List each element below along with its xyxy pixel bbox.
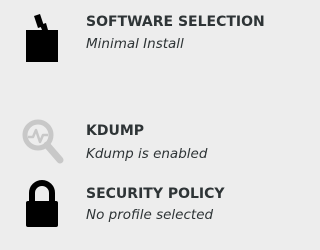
security-policy-spoke[interactable]: SECURITY POLICY No profile selected bbox=[0, 175, 300, 235]
software-selection-title: SOFTWARE SELECTION bbox=[86, 14, 265, 30]
package-icon bbox=[14, 10, 70, 66]
security-policy-title: SECURITY POLICY bbox=[86, 186, 225, 202]
kdump-status: Kdump is enabled bbox=[86, 146, 208, 162]
lock-icon bbox=[14, 175, 70, 231]
installation-summary-panel: SOFTWARE SELECTION Minimal Install KDUMP… bbox=[0, 0, 300, 250]
security-policy-status: No profile selected bbox=[86, 207, 214, 223]
kdump-spoke[interactable]: KDUMP Kdump is enabled bbox=[0, 115, 300, 175]
software-selection-spoke[interactable]: SOFTWARE SELECTION Minimal Install bbox=[0, 8, 300, 68]
software-selection-status: Minimal Install bbox=[86, 36, 184, 52]
kdump-icon bbox=[14, 115, 70, 171]
kdump-title: KDUMP bbox=[86, 123, 145, 139]
